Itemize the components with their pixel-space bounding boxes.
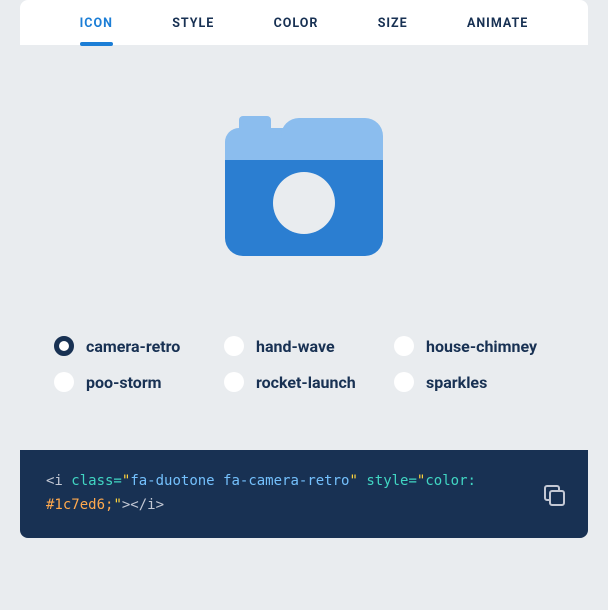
option-hand-wave[interactable]: hand-wave bbox=[224, 336, 384, 356]
radio-icon bbox=[54, 372, 74, 392]
option-label: camera-retro bbox=[86, 337, 180, 356]
icon-options: camera-retro hand-wave house-chimney poo… bbox=[20, 336, 588, 392]
tab-size[interactable]: SIZE bbox=[378, 0, 408, 45]
option-label: house-chimney bbox=[426, 337, 537, 356]
code-snippet-bar: <i class="fa-duotone fa-camera-retro" st… bbox=[20, 450, 588, 538]
option-poo-storm[interactable]: poo-storm bbox=[54, 372, 214, 392]
copy-icon[interactable] bbox=[544, 485, 562, 503]
camera-retro-icon bbox=[225, 116, 383, 256]
icon-preview bbox=[224, 106, 384, 266]
tab-icon[interactable]: ICON bbox=[80, 0, 113, 45]
option-camera-retro[interactable]: camera-retro bbox=[54, 336, 214, 356]
preview-panel: camera-retro hand-wave house-chimney poo… bbox=[20, 46, 588, 422]
radio-icon bbox=[54, 336, 74, 356]
option-sparkles[interactable]: sparkles bbox=[394, 372, 554, 392]
tab-style[interactable]: STYLE bbox=[172, 0, 214, 45]
option-label: hand-wave bbox=[256, 337, 335, 356]
radio-icon bbox=[394, 336, 414, 356]
option-rocket-launch[interactable]: rocket-launch bbox=[224, 372, 384, 392]
option-label: sparkles bbox=[426, 373, 487, 392]
tab-bar: ICON STYLE COLOR SIZE ANIMATE bbox=[20, 0, 588, 46]
option-label: poo-storm bbox=[86, 373, 162, 392]
radio-icon bbox=[224, 372, 244, 392]
tab-color[interactable]: COLOR bbox=[274, 0, 319, 45]
option-label: rocket-launch bbox=[256, 373, 356, 392]
option-house-chimney[interactable]: house-chimney bbox=[394, 336, 554, 356]
tab-animate[interactable]: ANIMATE bbox=[467, 0, 528, 45]
code-snippet: <i class="fa-duotone fa-camera-retro" st… bbox=[46, 470, 476, 518]
radio-icon bbox=[394, 372, 414, 392]
radio-icon bbox=[224, 336, 244, 356]
